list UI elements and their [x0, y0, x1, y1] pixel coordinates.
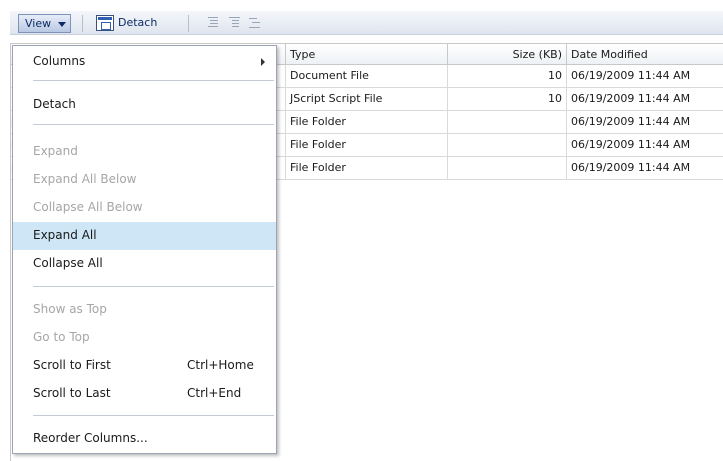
menu-item-label: Scroll to Last [33, 386, 111, 400]
menu-item-label: Columns [33, 54, 86, 68]
menu-item-label: Go to Top [33, 330, 90, 344]
column-header-date[interactable]: Date Modified [566, 44, 723, 65]
go-up-icon[interactable] [247, 16, 261, 30]
menu-separator [33, 286, 274, 287]
menu-item-show-as-top[interactable]: Show as Top [13, 296, 276, 324]
view-dropdown-menu: Columns Detach Expand Expand All Below C… [12, 45, 277, 454]
cell-date: 06/19/2009 11:44 AM [566, 157, 723, 179]
cell-date: 06/19/2009 11:44 AM [566, 88, 723, 110]
menu-item-label: Show as Top [33, 302, 107, 316]
cell-type: Document File [285, 65, 447, 87]
view-menu-button[interactable]: View [18, 14, 71, 33]
menu-item-expand-all[interactable]: Expand All [13, 222, 276, 250]
detach-label: Detach [118, 16, 158, 29]
menu-separator [33, 415, 274, 416]
submenu-arrow-icon [261, 58, 265, 66]
menu-item-label: Reorder Columns... [33, 431, 148, 445]
cell-date: 06/19/2009 11:44 AM [566, 111, 723, 133]
column-header-size[interactable]: Size (KB) [447, 44, 566, 65]
detach-button[interactable]: Detach [92, 13, 161, 33]
menu-item-detach[interactable]: Detach [13, 91, 276, 119]
menu-separator [33, 124, 274, 125]
menu-item-expand-all-below[interactable]: Expand All Below [13, 166, 276, 194]
cell-date: 06/19/2009 11:44 AM [566, 65, 723, 87]
menu-item-collapse-all[interactable]: Collapse All [13, 250, 276, 278]
menu-item-label: Collapse All Below [33, 200, 143, 214]
expand-all-icon[interactable] [206, 16, 220, 30]
detach-icon [96, 15, 114, 31]
chevron-down-icon [58, 22, 66, 27]
menu-item-label: Scroll to First [33, 358, 111, 372]
cell-type: JScript Script File [285, 88, 447, 110]
menu-item-scroll-to-first[interactable]: Scroll to First Ctrl+Home [13, 352, 276, 380]
menu-item-label: Expand All Below [33, 172, 137, 186]
cell-type: File Folder [285, 157, 447, 179]
menu-item-label: Expand All [33, 228, 97, 242]
cell-type: File Folder [285, 111, 447, 133]
cell-size: 10 [447, 65, 566, 87]
menu-item-reorder-columns[interactable]: Reorder Columns... [13, 425, 276, 453]
menu-item-shortcut: Ctrl+End [187, 386, 242, 400]
cell-size [447, 134, 566, 156]
cell-type: File Folder [285, 134, 447, 156]
cell-size [447, 157, 566, 179]
menu-item-label: Collapse All [33, 256, 103, 270]
menu-item-label: Expand [33, 144, 78, 158]
menu-item-scroll-to-last[interactable]: Scroll to Last Ctrl+End [13, 380, 276, 408]
menu-item-expand[interactable]: Expand [13, 138, 276, 166]
menu-item-collapse-all-below[interactable]: Collapse All Below [13, 194, 276, 222]
menu-item-label: Detach [33, 97, 76, 111]
toolbar-separator [188, 15, 189, 32]
menu-item-shortcut: Ctrl+Home [187, 358, 254, 372]
cell-size [447, 111, 566, 133]
toolbar: View Detach [10, 11, 723, 35]
column-header-type[interactable]: Type [285, 44, 447, 65]
toolbar-separator [82, 15, 83, 32]
menu-item-go-to-top[interactable]: Go to Top [13, 324, 276, 352]
collapse-all-icon[interactable] [227, 16, 241, 30]
view-menu-label: View [25, 17, 52, 30]
cell-date: 06/19/2009 11:44 AM [566, 134, 723, 156]
cell-size: 10 [447, 88, 566, 110]
menu-item-columns[interactable]: Columns [13, 48, 276, 76]
menu-separator [33, 80, 274, 81]
